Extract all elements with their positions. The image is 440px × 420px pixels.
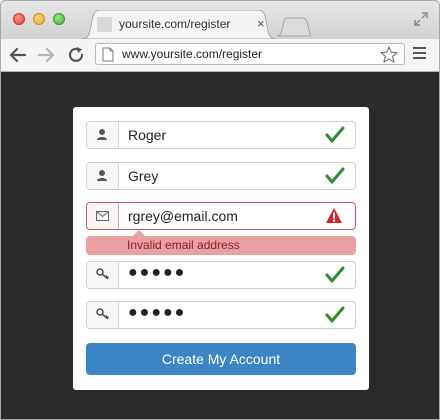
minimize-window-button[interactable] (33, 13, 45, 25)
email-error-tooltip: Invalid email address (86, 230, 356, 255)
page-content: Roger Grey rgrey@email.com Invalid email… (1, 72, 439, 419)
create-account-button[interactable]: Create My Account (86, 343, 356, 375)
key-icon (96, 308, 110, 320)
confirm-password-addon (87, 302, 119, 328)
tab-title: yoursite.com/register (119, 17, 231, 31)
tooltip-arrow (133, 230, 145, 236)
confirm-password-value[interactable]: ●●●●● (128, 304, 186, 322)
checkmark-icon (325, 266, 345, 283)
address-bar[interactable]: www.yoursite.com/register (95, 43, 405, 65)
warning-icon (326, 208, 342, 223)
tab-close-icon[interactable]: × (257, 16, 265, 31)
tab-strip: yoursite.com/register × (1, 1, 439, 39)
register-form-card: Roger Grey rgrey@email.com Invalid email… (73, 107, 369, 390)
checkmark-icon (325, 167, 345, 184)
menu-icon[interactable] (413, 47, 427, 61)
last-name-field[interactable]: Grey (86, 162, 356, 190)
checkmark-icon (325, 306, 345, 323)
back-arrow-icon[interactable] (7, 44, 29, 66)
last-name-addon (87, 163, 119, 189)
new-tab-button[interactable] (275, 17, 311, 37)
favicon-icon (97, 17, 112, 32)
forward-arrow-icon[interactable] (35, 44, 57, 66)
url-text[interactable]: www.yoursite.com/register (122, 47, 262, 61)
first-name-addon (87, 122, 119, 148)
checkmark-icon (325, 126, 345, 143)
zoom-window-button[interactable] (53, 13, 65, 25)
browser-toolbar: www.yoursite.com/register (1, 39, 439, 72)
last-name-value[interactable]: Grey (128, 168, 158, 184)
user-icon (97, 129, 107, 140)
reload-icon[interactable] (65, 44, 87, 66)
first-name-value[interactable]: Roger (128, 127, 166, 143)
page-icon (102, 47, 114, 62)
email-error-message: Invalid email address (127, 238, 240, 252)
envelope-icon (96, 211, 109, 221)
bookmark-star-icon[interactable] (380, 46, 398, 63)
email-field[interactable]: rgrey@email.com (86, 202, 356, 230)
password-value[interactable]: ●●●●● (128, 264, 186, 282)
password-field[interactable]: ●●●●● (86, 261, 356, 289)
user-icon (97, 170, 107, 181)
email-value[interactable]: rgrey@email.com (128, 208, 238, 224)
confirm-password-field[interactable]: ●●●●● (86, 301, 356, 329)
browser-window: yoursite.com/register × www.yoursite.com… (0, 0, 440, 420)
first-name-field[interactable]: Roger (86, 121, 356, 149)
email-addon (87, 203, 119, 229)
close-window-button[interactable] (13, 13, 25, 25)
password-addon (87, 262, 119, 288)
browser-tab-active[interactable]: yoursite.com/register × (81, 10, 277, 39)
fullscreen-icon[interactable] (413, 11, 429, 27)
key-icon (96, 268, 110, 280)
